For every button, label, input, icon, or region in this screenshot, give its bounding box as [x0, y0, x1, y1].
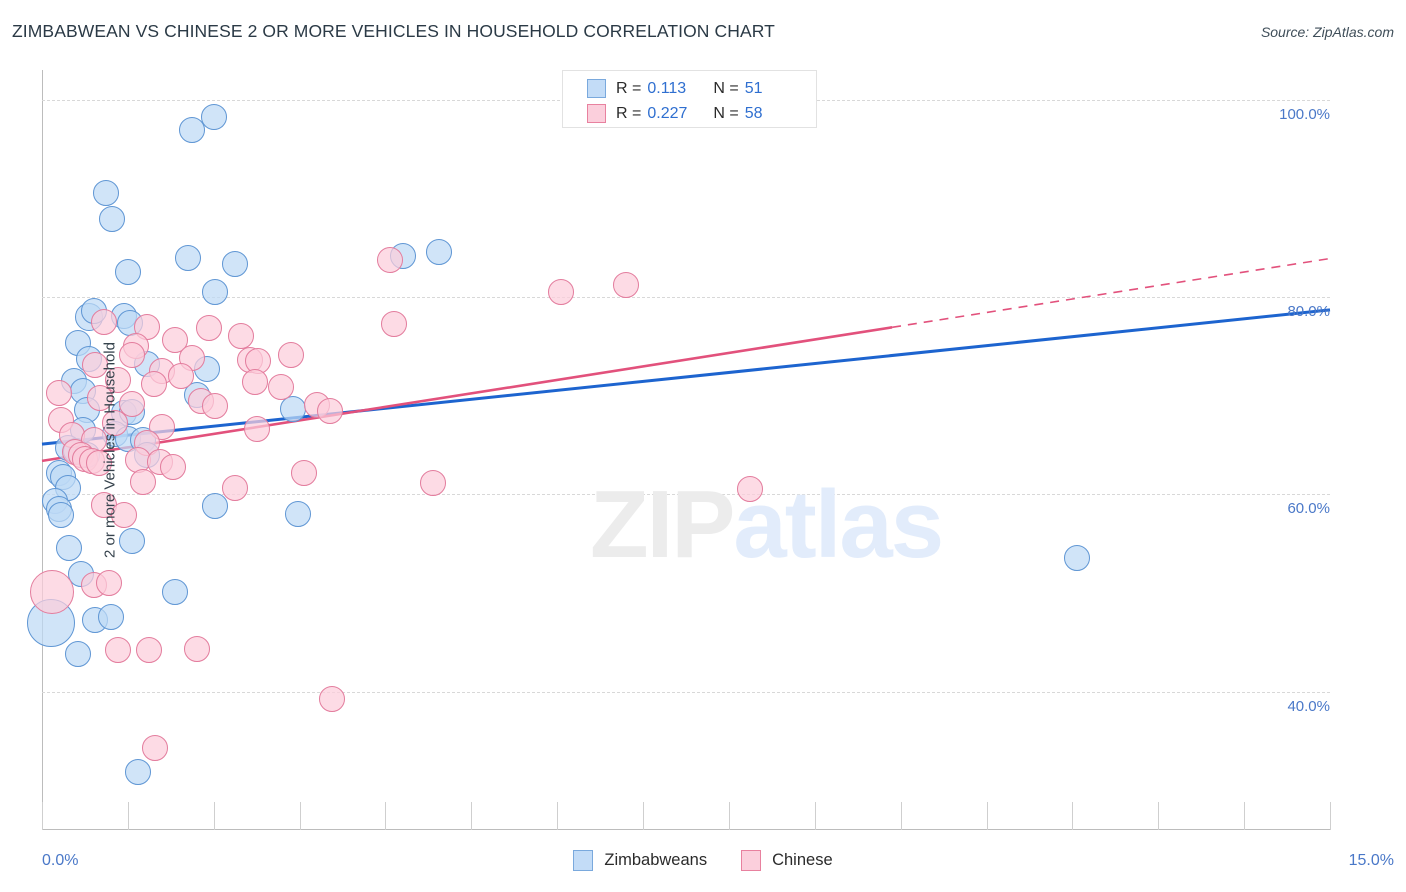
y-axis-tick-label: 100.0%	[1279, 105, 1330, 123]
data-point-zimbabweans[interactable]	[1063, 544, 1090, 571]
data-point-zimbabweans[interactable]	[200, 104, 227, 131]
y-axis-tick-label: 80.0%	[1287, 303, 1330, 320]
data-point-chinese[interactable]	[104, 637, 131, 664]
data-point-chinese[interactable]	[202, 392, 229, 419]
legend-label-zimbabweans: Zimbabweans	[604, 851, 708, 869]
data-point-chinese[interactable]	[316, 397, 343, 424]
r-label-chinese: R =	[616, 104, 642, 122]
correlation-chart: ZIMBABWEAN VS CHINESE 2 OR MORE VEHICLES…	[0, 0, 1406, 892]
n-label-zimbabweans: N =	[713, 79, 739, 97]
data-point-chinese[interactable]	[376, 246, 403, 273]
n-value-zimbabweans: 51	[744, 79, 763, 97]
n-value-chinese: 58	[744, 104, 763, 122]
y-axis-tick-label: 60.0%	[1287, 500, 1330, 518]
data-point-chinese[interactable]	[168, 362, 195, 389]
data-point-zimbabweans[interactable]	[425, 238, 452, 265]
data-point-zimbabweans[interactable]	[174, 244, 201, 271]
legend-swatch-icon-chinese	[741, 850, 762, 871]
data-point-zimbabweans[interactable]	[47, 502, 74, 529]
data-point-chinese[interactable]	[90, 308, 117, 335]
data-point-chinese[interactable]	[419, 469, 446, 496]
swatch-icon-chinese	[587, 104, 606, 123]
data-point-chinese[interactable]	[130, 468, 157, 495]
x-axis-tick	[1330, 802, 1331, 830]
data-point-chinese[interactable]	[183, 636, 210, 663]
data-point-chinese[interactable]	[612, 272, 639, 299]
data-point-zimbabweans[interactable]	[119, 527, 146, 554]
trendlines	[41, 257, 1331, 463]
data-point-chinese[interactable]	[241, 368, 268, 395]
y-axis-tick-label: 40.0%	[1287, 697, 1330, 715]
data-point-chinese[interactable]	[290, 459, 317, 486]
n-label-chinese: N =	[713, 104, 739, 122]
source-label: Source: ZipAtlas.com	[1260, 24, 1394, 40]
y-axis-title: 2 or more Vehicles in Household	[101, 342, 119, 558]
r-value-chinese: 0.227	[647, 104, 688, 122]
legend-item-chinese[interactable]: Chinese	[741, 850, 833, 871]
legend-label-chinese: Chinese	[772, 851, 833, 869]
data-point-chinese[interactable]	[267, 373, 294, 400]
data-point-chinese[interactable]	[140, 370, 167, 397]
r-label-zimbabweans: R =	[616, 79, 642, 97]
legend-item-zimbabweans[interactable]: Zimbabweans	[573, 850, 707, 871]
data-point-chinese[interactable]	[196, 314, 223, 341]
legend-swatch-icon-zimbabweans	[573, 850, 594, 871]
data-point-zimbabweans[interactable]	[97, 603, 124, 630]
swatch-icon-zimbabweans	[587, 79, 606, 98]
data-point-chinese[interactable]	[381, 310, 408, 337]
series-legend: Zimbabweans Chinese	[0, 850, 1406, 871]
data-point-chinese[interactable]	[243, 416, 270, 443]
data-point-chinese[interactable]	[46, 379, 73, 406]
correlation-stats-box: R = 0.113 N = 51 R = 0.227 N = 58	[562, 70, 817, 128]
stats-row-zimbabweans: R = 0.113 N = 51	[587, 76, 806, 101]
data-point-chinese[interactable]	[319, 685, 346, 712]
plot-area: ZIPatlas 40.0% 60.0% 80.0% 100.0% 2 or more…	[26, 70, 1331, 830]
data-point-zimbabweans[interactable]	[114, 259, 141, 286]
r-value-zimbabweans: 0.113	[647, 79, 687, 97]
data-point-zimbabweans[interactable]	[284, 501, 311, 528]
data-point-zimbabweans[interactable]	[125, 758, 152, 785]
data-point-chinese[interactable]	[159, 453, 186, 480]
page-title: ZIMBABWEAN VS CHINESE 2 OR MORE VEHICLES…	[12, 21, 775, 41]
stats-row-chinese: R = 0.227 N = 58	[587, 101, 806, 126]
data-point-zimbabweans[interactable]	[56, 534, 83, 561]
